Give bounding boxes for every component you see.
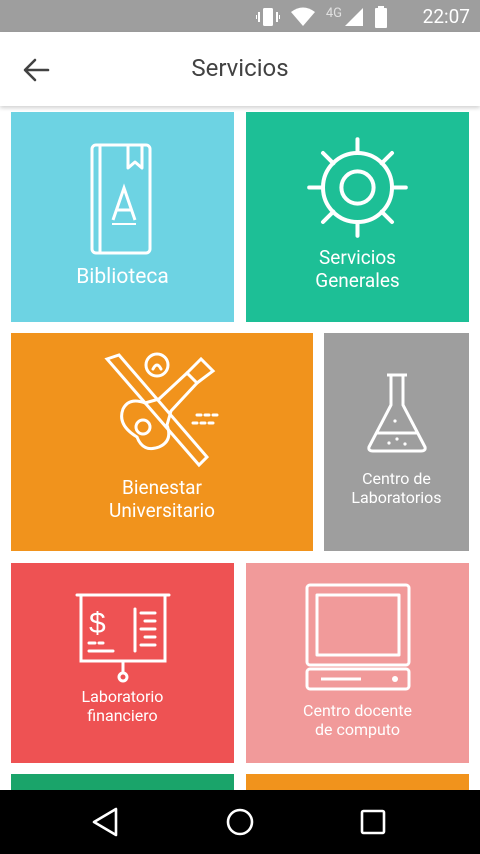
tile-label: Laboratorios: [351, 488, 442, 508]
tile-bienestar-universitario[interactable]: Bienestar Universitario: [11, 333, 313, 551]
tile-label: Centro docente: [303, 701, 412, 720]
app-bar: Servicios: [0, 32, 480, 106]
wifi-icon: [290, 7, 315, 26]
tile-label: Generales: [315, 268, 400, 292]
presentation-board-icon: $: [75, 593, 170, 683]
tile-label: financiero: [87, 706, 158, 726]
tile-centro-docente-computo[interactable]: Centro docente de computo: [246, 563, 469, 763]
flask-icon: [366, 373, 427, 453]
tile-partial-green[interactable]: [11, 774, 234, 790]
network-type-label: 4G: [325, 5, 342, 21]
gear-icon: [307, 137, 408, 238]
tile-servicios-generales[interactable]: Servicios Generales: [246, 112, 469, 322]
tile-label: de computo: [314, 720, 400, 740]
tile-label: Biblioteca: [76, 265, 169, 289]
computer-icon: [305, 583, 410, 691]
tile-partial-orange[interactable]: [246, 774, 469, 790]
clock: 22:07: [422, 5, 470, 28]
tile-label: Centro de: [362, 469, 431, 488]
tile-label: Laboratorio: [81, 687, 164, 706]
page-title: Servicios: [191, 54, 289, 82]
tile-label: Servicios: [319, 246, 396, 269]
recents-square-icon[interactable]: [355, 804, 391, 840]
signal-icon: [345, 8, 363, 26]
vibrate-icon: [255, 8, 280, 26]
back-triangle-icon[interactable]: [88, 804, 124, 840]
battery-icon: [375, 6, 387, 28]
home-circle-icon[interactable]: [222, 804, 258, 840]
tile-laboratorio-financiero[interactable]: $ Laboratorio financiero: [11, 563, 234, 763]
tile-label: Universitario: [109, 498, 215, 522]
status-bar: 4G 22:07: [0, 0, 480, 32]
tile-biblioteca[interactable]: Biblioteca: [11, 112, 234, 322]
tile-centro-laboratorios[interactable]: Centro de Laboratorios: [324, 333, 469, 551]
tile-label: Bienestar: [122, 476, 202, 499]
svg-text:$: $: [89, 607, 106, 640]
book-icon: [90, 143, 151, 255]
system-navigation-bar: [0, 790, 480, 854]
guitar-sports-icon: [104, 352, 219, 468]
